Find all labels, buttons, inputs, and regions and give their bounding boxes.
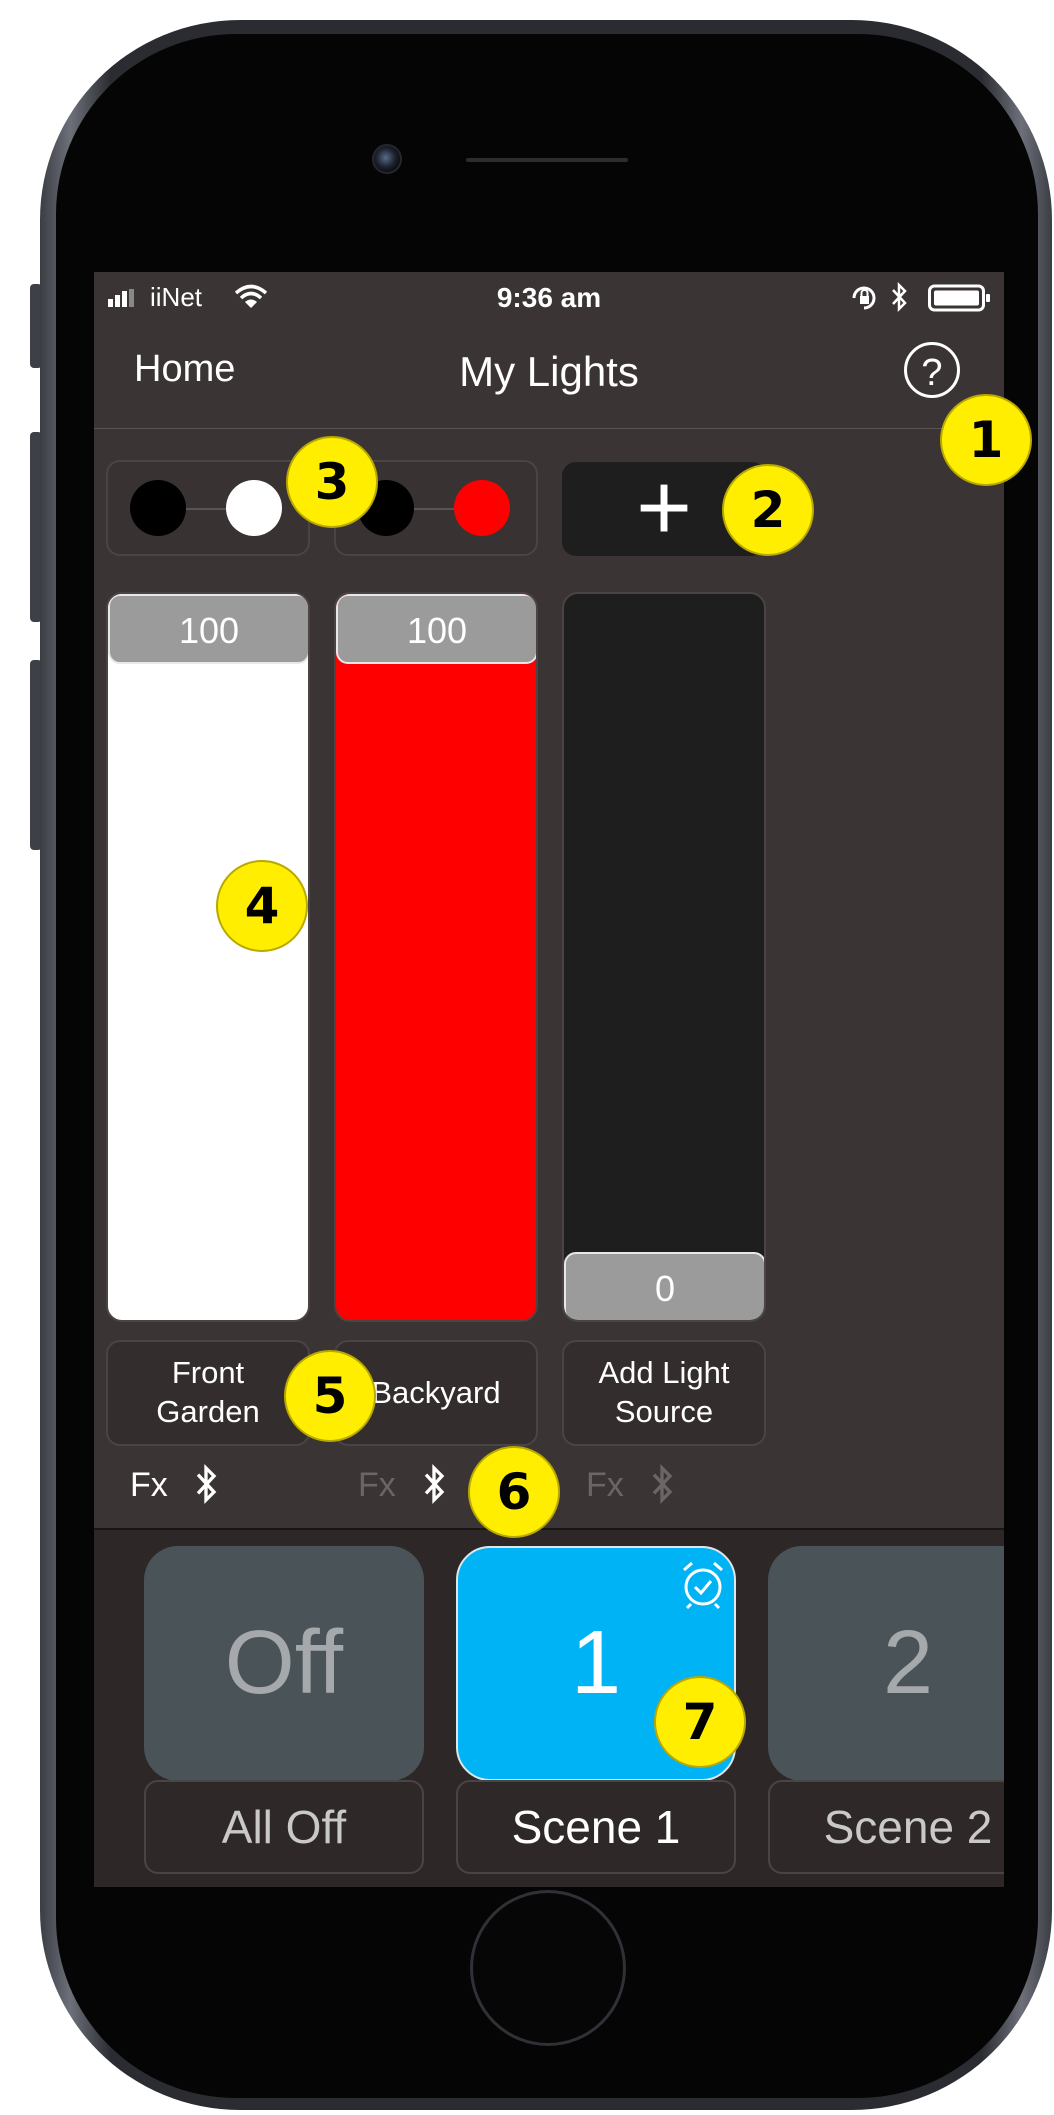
battery-icon xyxy=(928,284,990,312)
scene-tile-label: 1 xyxy=(570,1613,622,1713)
callout-5: 5 xyxy=(284,1350,376,1442)
light-name-front-garden[interactable]: Front Garden xyxy=(106,1340,310,1446)
scene-name-scene-2[interactable]: Scene 2 xyxy=(768,1780,1004,1874)
callout-7: 7 xyxy=(654,1676,746,1768)
scene-tile-label: 2 xyxy=(882,1613,934,1713)
scene-name-scene-1[interactable]: Scene 1 xyxy=(456,1780,736,1874)
home-button[interactable] xyxy=(470,1890,626,2046)
scene-name-label: Scene 1 xyxy=(511,1801,681,1853)
callout-4: 4 xyxy=(216,860,308,952)
front-camera xyxy=(372,144,402,174)
light-name-line1: Add Light xyxy=(598,1355,730,1391)
fx-button-add-light[interactable]: Fx xyxy=(586,1466,624,1505)
bluetooth-icon[interactable] xyxy=(422,1462,446,1506)
brightness-slider-add-light[interactable]: 0 xyxy=(562,592,766,1322)
callout-2: 2 xyxy=(722,464,814,556)
scene-tile-off[interactable]: Off xyxy=(144,1546,424,1781)
color-selector-front-garden[interactable] xyxy=(106,460,310,556)
light-name-line1: Front xyxy=(171,1355,245,1391)
rotation-lock-icon xyxy=(852,286,876,310)
scene-bar: Off 1 2 All Off Scene 1 Scene 2 xyxy=(94,1528,1004,1887)
light-name-add-source[interactable]: Add Light Source xyxy=(562,1340,766,1446)
nav-bar: Home My Lights ? xyxy=(94,322,1004,429)
app-screen: iiNet 9:36 am Home My Lights ? + 100 100… xyxy=(94,272,1004,1887)
fx-button-backyard[interactable]: Fx xyxy=(358,1466,396,1505)
scene-tile-2[interactable]: 2 xyxy=(768,1546,1004,1781)
level-readout: 100 xyxy=(108,594,308,664)
brightness-slider-front-garden[interactable]: 100 xyxy=(106,592,310,1322)
bluetooth-status-icon xyxy=(892,282,907,312)
color-dot-white[interactable] xyxy=(226,480,282,536)
brightness-slider-backyard[interactable]: 100 xyxy=(334,592,538,1322)
callout-3: 3 xyxy=(286,436,378,528)
bluetooth-icon[interactable] xyxy=(650,1462,674,1506)
alarm-clock-icon xyxy=(683,1561,723,1610)
status-bar: iiNet 9:36 am xyxy=(94,272,1004,322)
level-readout: 0 xyxy=(564,1252,764,1320)
scene-name-all-off[interactable]: All Off xyxy=(144,1780,424,1874)
light-name-line1: Backyard xyxy=(371,1374,501,1410)
light-name-line2: Source xyxy=(614,1394,714,1429)
scene-name-label: All Off xyxy=(221,1801,347,1853)
callout-1: 1 xyxy=(940,394,1032,486)
fx-button-front-garden[interactable]: Fx xyxy=(130,1466,168,1505)
page-title: My Lights xyxy=(459,348,639,395)
color-dot-red[interactable] xyxy=(454,480,510,536)
color-dot-off[interactable] xyxy=(130,480,186,536)
bluetooth-icon[interactable] xyxy=(194,1462,218,1506)
callout-6: 6 xyxy=(468,1446,560,1538)
scene-tile-label: Off xyxy=(224,1613,344,1713)
earpiece-speaker xyxy=(466,158,628,162)
scene-name-label: Scene 2 xyxy=(823,1801,993,1853)
level-readout: 100 xyxy=(336,594,536,664)
light-name-line2: Garden xyxy=(156,1394,260,1429)
help-button[interactable]: ? xyxy=(904,342,960,398)
